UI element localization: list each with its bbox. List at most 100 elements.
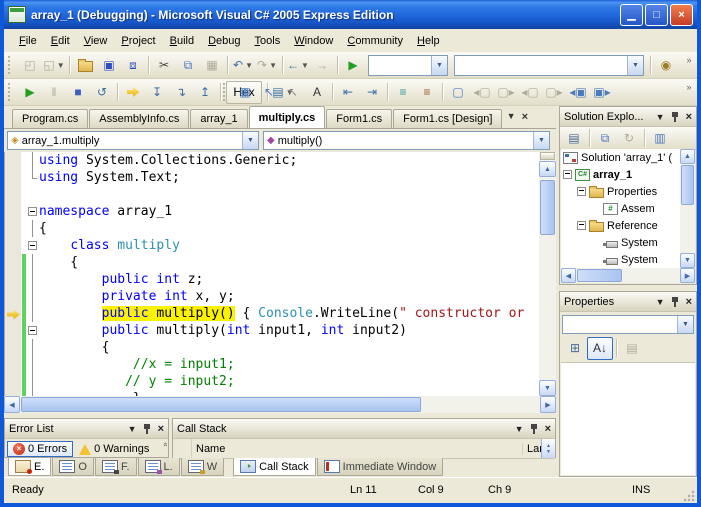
auto-hide-pin-icon[interactable] <box>671 296 680 307</box>
tree-item-solution-array-1[interactable]: Solution 'array_1' ( <box>561 149 680 166</box>
outlining-margin[interactable] <box>26 203 39 220</box>
tab-form1-cs[interactable]: Form1.cs <box>326 109 392 128</box>
menu-item-window[interactable]: Window <box>287 32 340 50</box>
add-new-item-button[interactable]: ◱▼ <box>42 55 66 76</box>
indicator-margin[interactable] <box>5 152 21 169</box>
close-icon[interactable]: × <box>158 423 164 435</box>
outlining-margin[interactable] <box>26 356 39 373</box>
outlining-margin[interactable] <box>26 237 39 254</box>
toolbar-overflow-icon[interactable]: » <box>683 83 695 92</box>
scroll-down-icon[interactable]: ▼ <box>539 380 556 396</box>
next-bookmark-button[interactable]: ▢▸ <box>494 82 518 103</box>
properties-window-button[interactable]: ▤ <box>562 128 586 149</box>
toolbar-overflow-icon[interactable]: » <box>683 56 695 65</box>
splitter-grip[interactable] <box>540 152 555 160</box>
menu-item-help[interactable]: Help <box>410 32 447 50</box>
navigate-forward-button[interactable]: → <box>310 55 334 76</box>
bottom-tab-find-results[interactable]: F. <box>95 458 137 476</box>
scroll-left-icon[interactable]: ◀ <box>561 268 576 283</box>
tree-item-reference[interactable]: Reference <box>561 217 680 234</box>
indicator-margin[interactable] <box>5 271 21 288</box>
collapse-box-icon[interactable] <box>28 326 37 335</box>
close-document-icon[interactable]: × <box>522 111 528 123</box>
window-position-dropdown-icon[interactable]: ▼ <box>656 112 665 122</box>
tree-horizontal-scrollbar[interactable]: ◀ ▶ <box>561 268 695 283</box>
parameter-info-button[interactable]: ↖ <box>257 82 281 103</box>
members-dropdown[interactable]: ◆ multiply() ▼ <box>263 131 550 150</box>
toolbar-dropdown-2[interactable]: ▼ <box>454 55 644 76</box>
dropdown-arrow-icon[interactable]: ▼ <box>301 61 309 70</box>
open-file-button[interactable] <box>73 55 97 76</box>
outlining-margin[interactable] <box>26 373 39 390</box>
indicator-margin[interactable] <box>5 305 21 322</box>
scroll-right-icon[interactable]: ▶ <box>680 268 695 283</box>
column-header-name[interactable]: Name <box>192 443 523 455</box>
tab-form1-cs-design[interactable]: Form1.cs [Design] <box>393 109 502 128</box>
dropdown-arrow-icon[interactable]: ▼ <box>269 61 277 70</box>
uncomment-lines-button[interactable]: ≡ <box>415 82 439 103</box>
indicator-margin[interactable] <box>5 339 21 356</box>
quick-info-button[interactable]: ↖ <box>281 82 305 103</box>
bottom-tab-immediate-window[interactable]: Immediate Window <box>317 458 444 476</box>
menu-item-debug[interactable]: Debug <box>201 32 247 50</box>
minimize-button[interactable]: ▁ <box>620 4 643 26</box>
errors-filter-button[interactable]: × 0 Errors <box>7 441 73 457</box>
collapse-box-icon[interactable] <box>28 207 37 216</box>
bottom-tab-output[interactable]: O <box>52 458 94 476</box>
decrease-indent-button[interactable]: ⇤ <box>336 82 360 103</box>
indicator-margin[interactable] <box>5 322 21 339</box>
restart-button[interactable]: ↺ <box>90 82 114 103</box>
editor-vertical-scrollbar[interactable]: ▲ ▼ <box>539 152 556 396</box>
scroll-down-icon[interactable]: ▼ <box>680 253 695 268</box>
step-over-button[interactable]: ↴ <box>169 82 193 103</box>
window-position-dropdown-icon[interactable]: ▼ <box>128 424 137 434</box>
indicator-margin[interactable] <box>5 237 21 254</box>
properties-grid[interactable] <box>561 362 695 475</box>
tree-item-array-1[interactable]: C#array_1 <box>561 166 680 183</box>
menu-item-file[interactable]: File <box>12 32 44 50</box>
alphabetical-button[interactable]: A↓ <box>587 337 613 360</box>
indicator-margin[interactable] <box>5 220 21 237</box>
auto-hide-pin-icon[interactable] <box>143 423 152 434</box>
tree-vertical-scrollbar[interactable]: ▲ ▼ <box>680 149 695 268</box>
dropdown-arrow-icon[interactable]: ▼ <box>627 56 643 75</box>
properties-object-dropdown[interactable]: ▼ <box>562 315 694 334</box>
indicator-margin[interactable] <box>5 169 21 186</box>
bottom-tab-error-list[interactable]: E. <box>8 458 51 476</box>
cut-button[interactable]: ✂ <box>152 55 176 76</box>
menu-item-community[interactable]: Community <box>340 32 410 50</box>
show-next-statement-button[interactable] <box>121 82 145 103</box>
indicator-margin[interactable] <box>5 254 21 271</box>
save-all-button[interactable]: ⧈ <box>121 55 145 76</box>
undo-button[interactable]: ↶▼ <box>231 55 255 76</box>
categorized-button[interactable]: ⊞ <box>563 338 587 359</box>
code-editor[interactable]: using System.Collections.Generic;using S… <box>5 152 540 396</box>
dropdown-arrow-icon[interactable]: ▼ <box>533 132 549 149</box>
tab-array-1[interactable]: array_1 <box>190 109 247 128</box>
tree-expander-icon[interactable] <box>563 170 572 179</box>
comment-lines-button[interactable]: ≡ <box>391 82 415 103</box>
scrollbar-thumb[interactable] <box>681 165 694 205</box>
warnings-filter-button[interactable]: 0 Warnings <box>73 441 155 457</box>
increase-indent-button[interactable]: ⇥ <box>360 82 384 103</box>
tree-item-assem[interactable]: #Assem <box>561 200 680 217</box>
collapse-box-icon[interactable] <box>28 241 37 250</box>
editor-horizontal-scrollbar[interactable]: ◀ ▶ <box>4 396 556 413</box>
outlining-margin[interactable] <box>26 169 39 186</box>
previous-bookmark-in-document-button[interactable]: ◂▣ <box>566 82 590 103</box>
indicator-margin[interactable] <box>5 356 21 373</box>
scroll-up-icon[interactable]: ▲ <box>539 161 556 177</box>
spin-down-icon[interactable]: ▼ <box>546 449 551 455</box>
menu-item-build[interactable]: Build <box>163 32 201 50</box>
toolbar-grip[interactable] <box>223 83 230 101</box>
outlining-margin[interactable] <box>26 288 39 305</box>
break-all-button[interactable]: ‖ <box>42 82 66 103</box>
indicator-margin[interactable] <box>5 288 21 305</box>
new-project-button[interactable]: ◰ <box>18 55 42 76</box>
toolbar-overflow-icon[interactable]: » <box>160 442 169 446</box>
show-all-files-button[interactable]: ⧉ <box>593 128 617 149</box>
tree-item-system[interactable]: System <box>561 234 680 251</box>
previous-bookmark-button[interactable]: ◂▢ <box>470 82 494 103</box>
display-member-list-button[interactable]: ▦ <box>233 82 257 103</box>
navigate-backward-button[interactable]: ←▼ <box>286 55 310 76</box>
